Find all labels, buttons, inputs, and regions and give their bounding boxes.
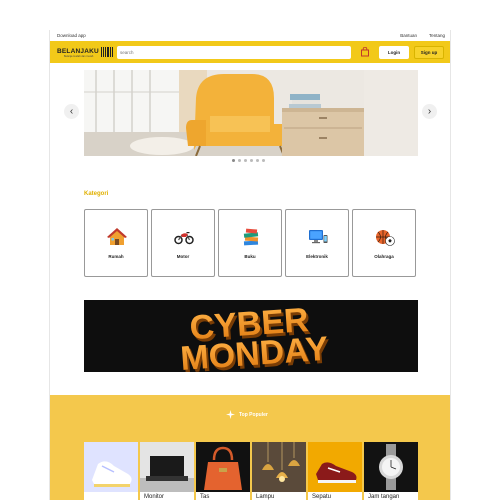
category-label: Buku xyxy=(244,254,256,259)
category-label: Olahraga xyxy=(374,254,394,259)
books-icon xyxy=(243,228,259,246)
product-name: Sepatu xyxy=(312,494,332,500)
computer-icon xyxy=(309,230,328,244)
header: BELANJAKU Belanja mudah dan murah Login … xyxy=(50,41,450,63)
popular-title-wrap: Top Populer xyxy=(226,410,268,419)
signup-button[interactable]: Sign up xyxy=(414,46,444,59)
house-icon xyxy=(107,228,127,245)
product-image-sneaker xyxy=(84,442,138,492)
sports-balls-icon xyxy=(376,230,395,246)
page: Download app Bantuan Tentang BELANJAKU B… xyxy=(0,0,500,500)
category-list: Rumah Motor Buku Elektronik Olahraga xyxy=(84,209,416,277)
download-app-link[interactable]: Download app xyxy=(57,33,86,38)
popular-section: Top Populer Monitor Tas Lampu Sepatu Jam… xyxy=(50,395,450,500)
logo[interactable]: BELANJAKU Belanja mudah dan murah xyxy=(57,45,114,59)
kategori-title: Kategori xyxy=(84,191,109,197)
login-button[interactable]: Login xyxy=(379,46,409,59)
carousel-dot[interactable] xyxy=(238,159,241,162)
product-image-watch xyxy=(364,442,418,492)
carousel-next-button[interactable]: › xyxy=(422,104,437,119)
chevron-right-icon: › xyxy=(427,106,432,117)
category-elektronik[interactable]: Elektronik xyxy=(285,209,349,277)
category-label: Motor xyxy=(176,254,190,259)
product-image-lamp xyxy=(252,442,306,492)
carousel-dot[interactable] xyxy=(250,159,253,162)
product-image-shoe xyxy=(308,442,362,492)
motorcycle-icon xyxy=(174,232,194,245)
product-name: Monitor xyxy=(144,494,165,500)
top-bar: Download app Bantuan Tentang xyxy=(50,30,450,41)
top-links: Bantuan Tentang xyxy=(400,33,445,38)
help-link[interactable]: Bantuan xyxy=(400,33,417,38)
hero-image-armchair xyxy=(84,70,418,156)
barcode-icon xyxy=(100,47,114,57)
category-olahraga[interactable]: Olahraga xyxy=(352,209,416,277)
carousel-dot[interactable] xyxy=(232,159,235,162)
carousel-prev-button[interactable]: ‹ xyxy=(64,104,79,119)
product-name: Jam tangan xyxy=(368,494,400,500)
category-label: Rumah xyxy=(108,254,124,259)
carousel-dot[interactable] xyxy=(244,159,247,162)
chevron-left-icon: ‹ xyxy=(69,106,74,117)
product-card[interactable]: Sepatu xyxy=(308,442,362,500)
category-motor[interactable]: Motor xyxy=(151,209,215,277)
carousel-dot[interactable] xyxy=(256,159,259,162)
category-rumah[interactable]: Rumah xyxy=(84,209,148,277)
product-card[interactable] xyxy=(84,442,138,500)
popular-title: Top Populer xyxy=(239,411,268,418)
product-image-monitor xyxy=(140,442,194,492)
cyber-monday-graphic: CYBER CYBER MONDAY MONDAY xyxy=(84,300,418,372)
carousel-dot[interactable] xyxy=(262,159,265,162)
product-card[interactable]: Lampu xyxy=(252,442,306,500)
hero-carousel[interactable] xyxy=(84,70,418,156)
sparkle-icon xyxy=(226,410,235,419)
category-label: Elektronik xyxy=(306,254,328,259)
product-card[interactable]: Monitor xyxy=(140,442,194,500)
product-card[interactable]: Jam tangan xyxy=(364,442,418,500)
logo-tagline: Belanja mudah dan murah xyxy=(64,55,94,58)
about-link[interactable]: Tentang xyxy=(429,33,445,38)
category-buku[interactable]: Buku xyxy=(218,209,282,277)
app-frame: Download app Bantuan Tentang BELANJAKU B… xyxy=(49,30,451,500)
product-image-bag xyxy=(196,442,250,492)
product-name: Tas xyxy=(200,494,210,500)
shopping-bag-icon[interactable] xyxy=(360,47,370,57)
carousel-dots xyxy=(232,159,265,162)
product-card[interactable]: Tas xyxy=(196,442,250,500)
popular-product-list: Monitor Tas Lampu Sepatu Jam tangan xyxy=(84,442,418,500)
search-input[interactable] xyxy=(117,46,351,59)
product-name: Lampu xyxy=(256,494,275,500)
cyber-monday-banner[interactable]: CYBER CYBER MONDAY MONDAY xyxy=(84,300,418,372)
